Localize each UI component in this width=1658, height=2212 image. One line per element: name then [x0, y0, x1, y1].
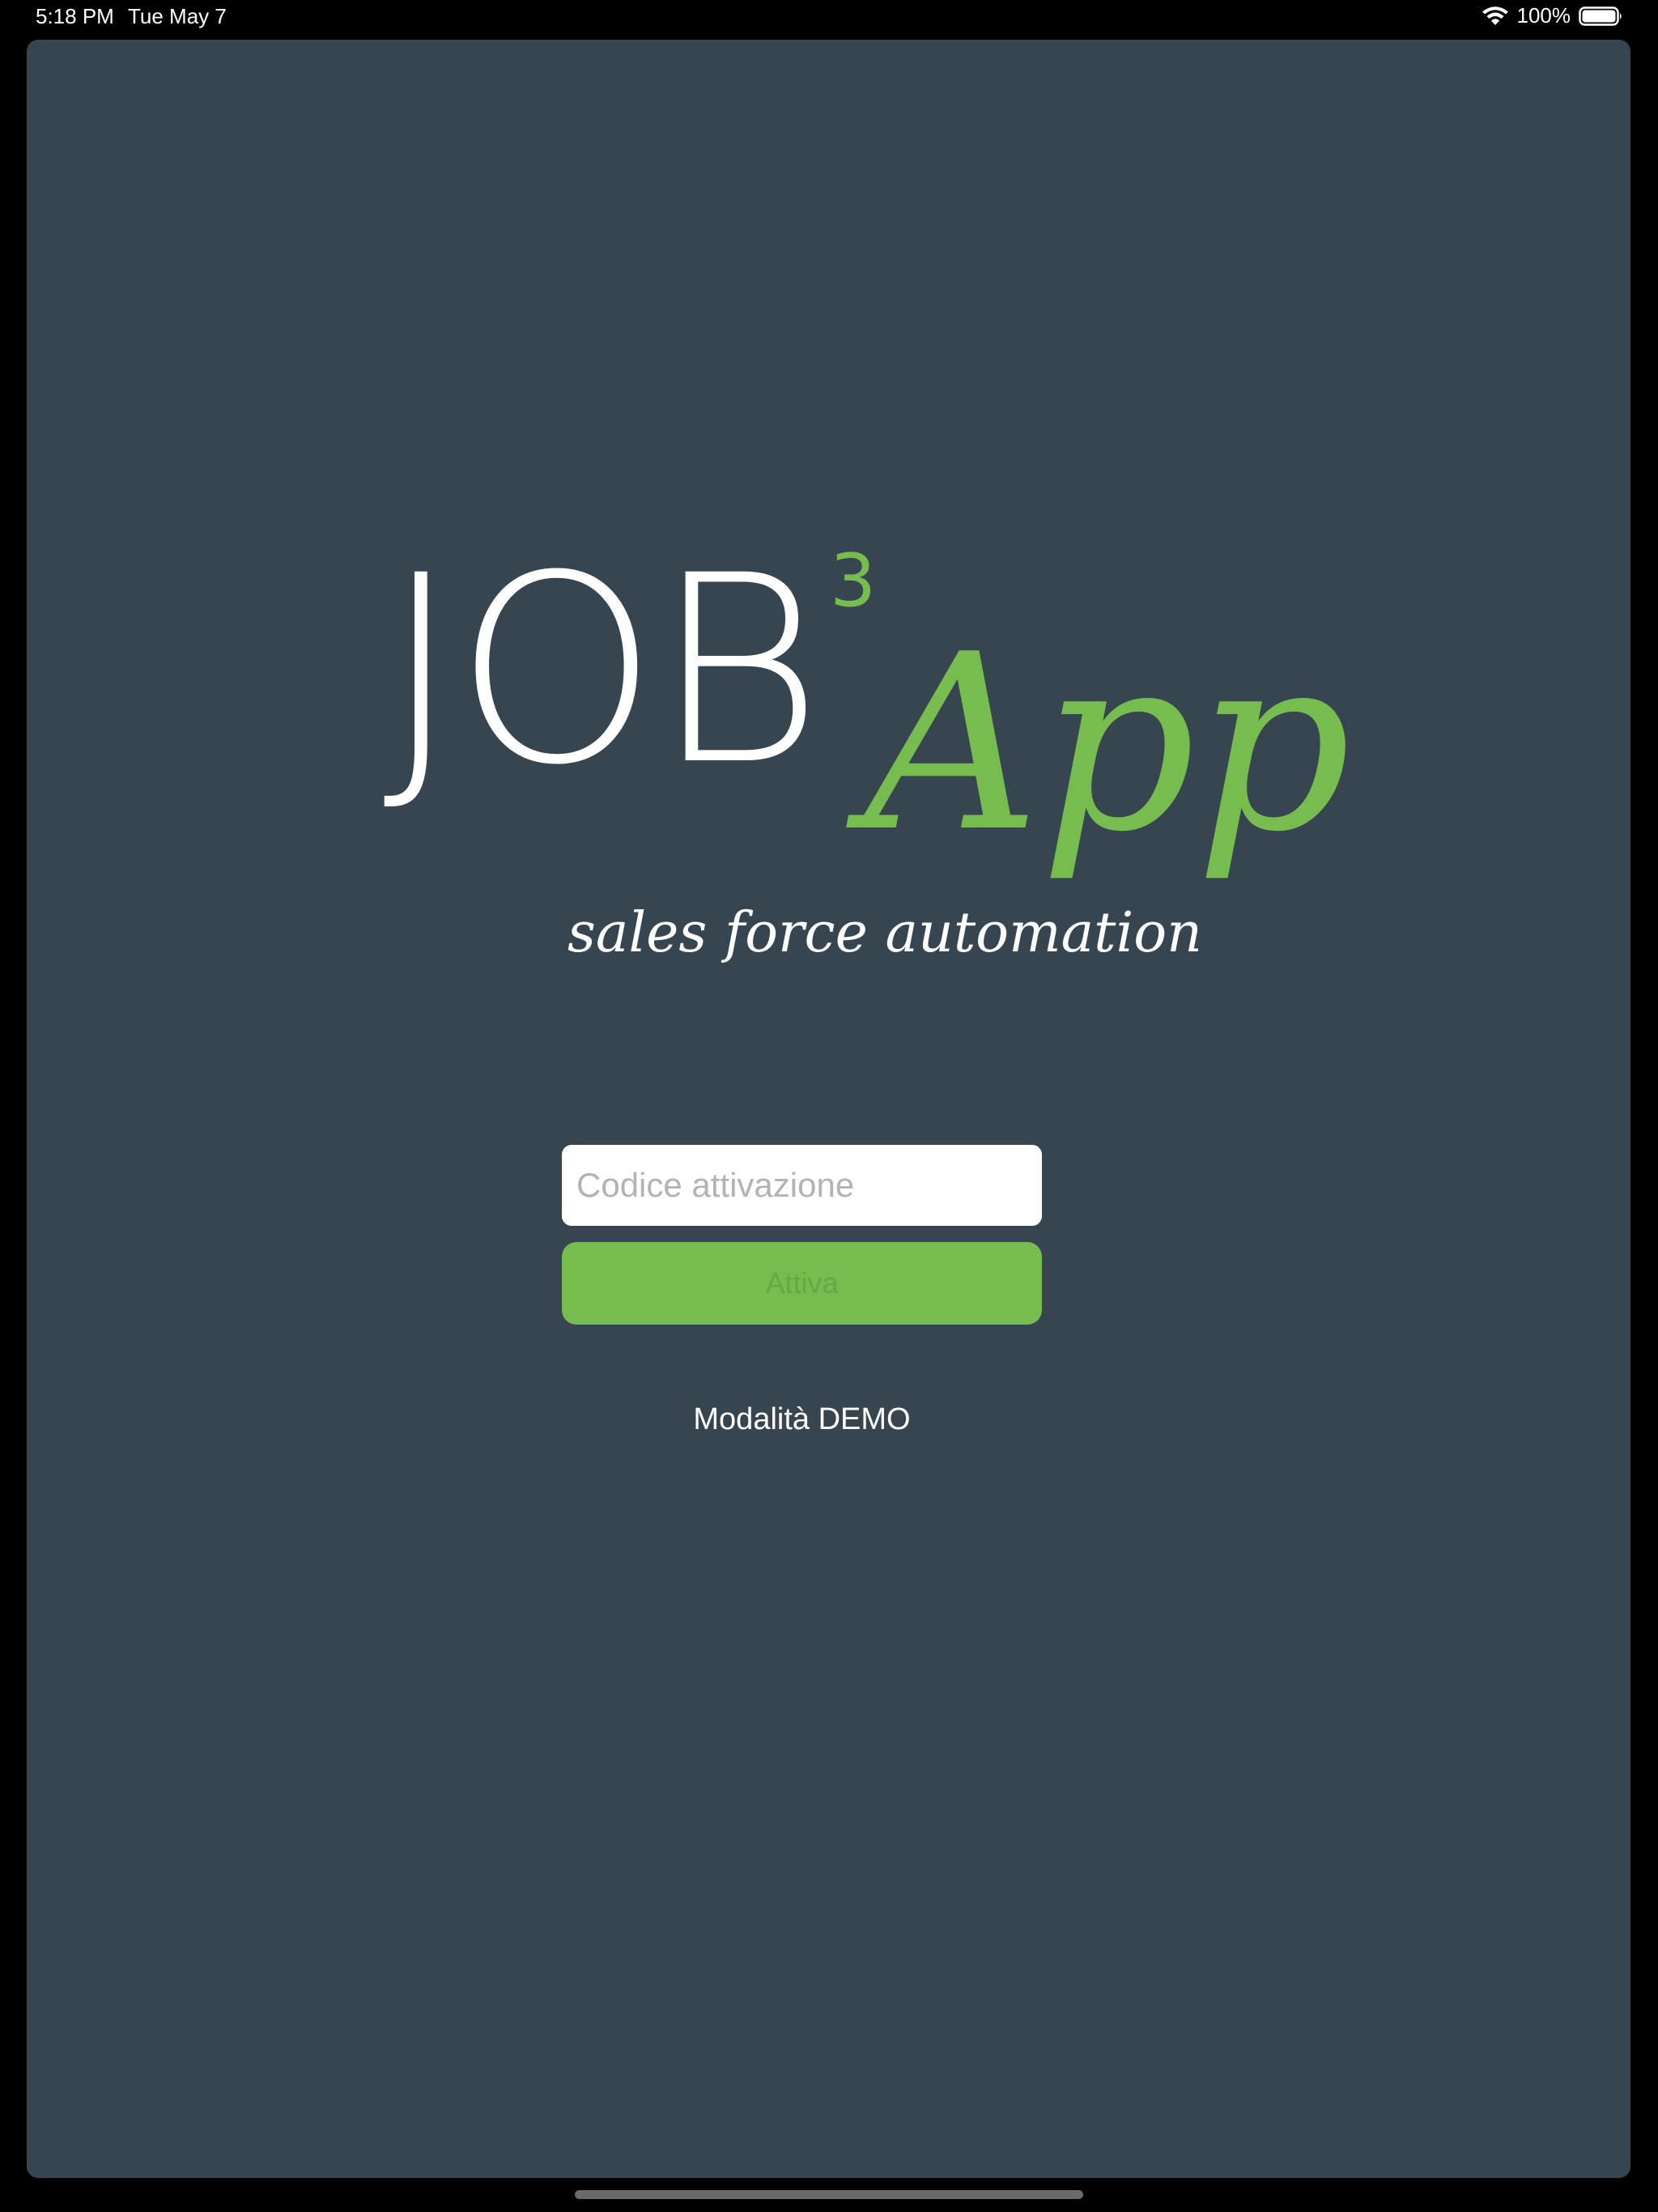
wifi-icon [1482, 6, 1509, 27]
activation-code-input[interactable] [562, 1145, 1042, 1226]
status-date: Tue May 7 [128, 4, 227, 28]
job3-app-logo: JOB 3 App sales force automation [367, 521, 1351, 979]
logo-app-word: App [865, 602, 1351, 885]
logo-wordmark: JOB [383, 521, 823, 822]
demo-mode-button[interactable]: Modalità DEMO [562, 1402, 1042, 1437]
status-bar: 5:18 PM Tue May 7 100% [0, 0, 1658, 36]
app-screen: JOB 3 App sales force automation [27, 40, 1630, 2178]
home-indicator [575, 2190, 1083, 2199]
status-indicators: 100% [1482, 3, 1625, 28]
battery-percent: 100% [1516, 3, 1571, 28]
logo-tagline: sales force automation [568, 901, 1202, 965]
battery-icon [1579, 6, 1624, 27]
activate-button[interactable]: Attiva [562, 1242, 1042, 1325]
status-time: 5:18 PM [36, 4, 114, 28]
